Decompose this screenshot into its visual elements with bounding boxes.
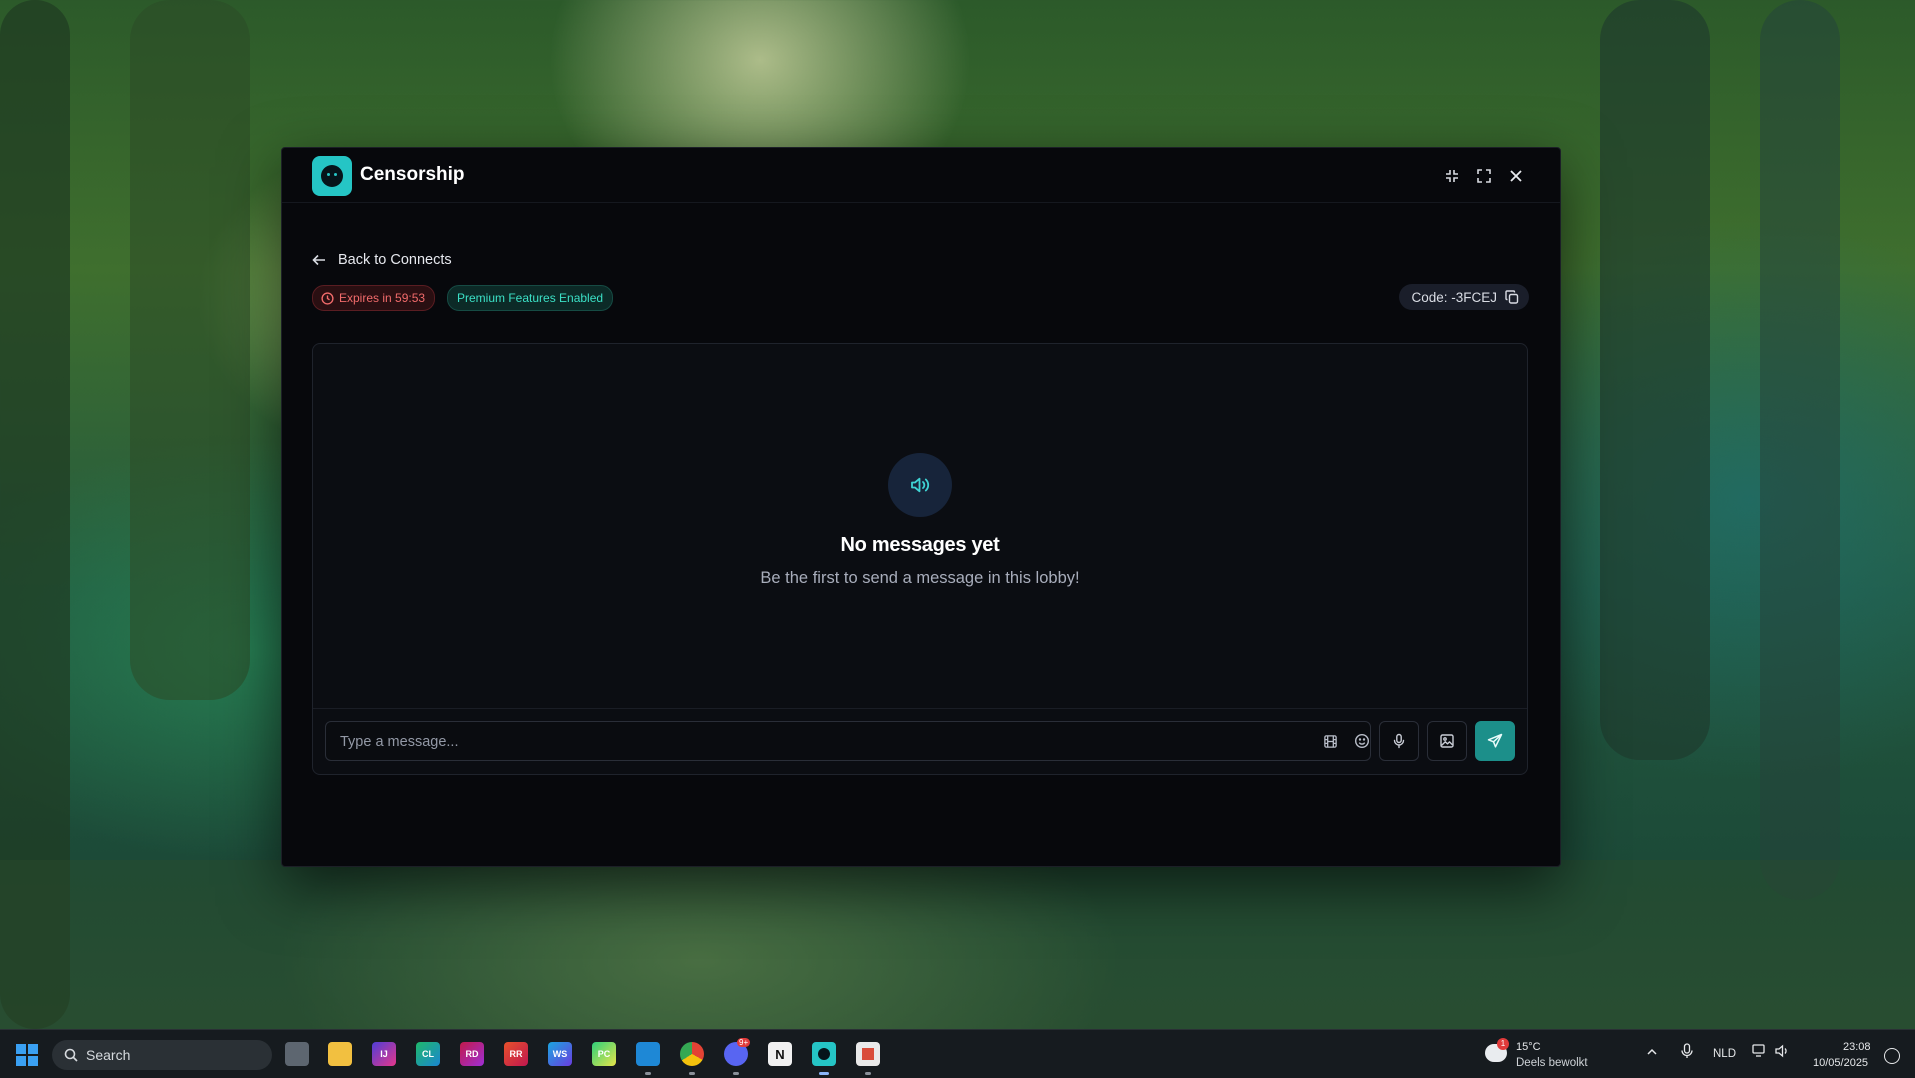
app-window: Censorship Back to Connects Expires in 5… xyxy=(281,147,1561,867)
rider-icon[interactable]: RD xyxy=(460,1042,484,1066)
expand-icon xyxy=(1477,169,1491,183)
volume-icon[interactable] xyxy=(1774,1044,1790,1063)
intellij-icon[interactable]: IJ xyxy=(372,1042,396,1066)
chevron-up-icon xyxy=(1647,1048,1657,1055)
search-icon xyxy=(64,1048,78,1062)
premium-text: Premium Features Enabled xyxy=(457,291,604,305)
message-input[interactable] xyxy=(338,722,1292,762)
vscode-running-indicator xyxy=(645,1072,651,1075)
notification-center-icon[interactable] xyxy=(1884,1048,1900,1064)
microphone-icon xyxy=(1393,733,1405,749)
composer-divider xyxy=(313,708,1527,709)
weather-temp[interactable]: 15°C xyxy=(1516,1041,1541,1053)
voice-message-button[interactable] xyxy=(1379,721,1419,761)
empty-state-title: No messages yet xyxy=(840,534,1000,556)
expiry-text: Expires in 59:53 xyxy=(339,291,426,305)
lobby-code-text: Code: -3FCEJ xyxy=(1411,289,1497,305)
clock-time[interactable]: 23:08 xyxy=(1843,1041,1871,1053)
chat-panel: No messages yet Be the first to send a m… xyxy=(312,343,1528,775)
lobby-code-copy-button[interactable]: Code: -3FCEJ xyxy=(1399,284,1529,310)
emoji-button[interactable] xyxy=(1352,731,1372,751)
maximize-window-button[interactable] xyxy=(1474,166,1494,186)
rustrover-icon[interactable]: RR xyxy=(504,1042,528,1066)
clock-date[interactable]: 10/05/2025 xyxy=(1813,1057,1868,1069)
back-to-connects-link[interactable]: Back to Connects xyxy=(312,252,452,268)
smiley-icon xyxy=(1354,733,1370,749)
clion-icon[interactable]: CL xyxy=(416,1042,440,1066)
chrome-icon[interactable] xyxy=(680,1042,704,1066)
vscode-icon[interactable] xyxy=(636,1042,660,1066)
tray-overflow-button[interactable] xyxy=(1646,1045,1658,1063)
collapse-icon xyxy=(1446,170,1458,182)
search-label: Search xyxy=(86,1047,131,1063)
censorship-active-indicator xyxy=(819,1072,829,1075)
empty-state: No messages yet Be the first to send a m… xyxy=(313,453,1527,588)
censorship-taskbar-icon[interactable] xyxy=(812,1042,836,1066)
file-explorer-icon[interactable] xyxy=(328,1042,352,1066)
windows-start-button[interactable] xyxy=(16,1044,38,1066)
weather-badge: 1 xyxy=(1497,1038,1509,1050)
discord-running-indicator xyxy=(733,1072,739,1075)
close-icon xyxy=(1510,170,1522,182)
gif-button[interactable] xyxy=(1320,731,1340,751)
close-window-button[interactable] xyxy=(1506,166,1526,186)
film-icon xyxy=(1323,734,1337,748)
title-bar: Censorship xyxy=(282,148,1560,203)
premium-badge: Premium Features Enabled xyxy=(447,285,614,311)
task-view-icon[interactable] xyxy=(285,1042,309,1066)
tray-microphone-button[interactable] xyxy=(1680,1043,1694,1064)
notion-icon[interactable]: N xyxy=(768,1042,792,1066)
taskbar-search[interactable]: Search xyxy=(52,1040,272,1070)
microphone-icon xyxy=(1681,1043,1693,1058)
empty-state-subtitle: Be the first to send a message in this l… xyxy=(760,569,1080,587)
webstorm-icon[interactable]: WS xyxy=(548,1042,572,1066)
pycharm-icon[interactable]: PC xyxy=(592,1042,616,1066)
send-message-button[interactable] xyxy=(1475,721,1515,761)
network-icon[interactable] xyxy=(1752,1044,1768,1063)
speaker-icon xyxy=(911,477,930,493)
language-indicator[interactable]: NLD xyxy=(1713,1048,1736,1060)
expiry-badge: Expires in 59:53 xyxy=(312,285,436,311)
snipping-running-indicator xyxy=(865,1072,871,1075)
taskbar: Search IJ CL RD RR WS PC 9+ N 1 15°C Dee… xyxy=(0,1029,1915,1078)
upload-image-button[interactable] xyxy=(1427,721,1467,761)
discord-badge: 9+ xyxy=(737,1038,751,1047)
app-title: Censorship xyxy=(360,164,465,185)
snipping-tool-icon[interactable] xyxy=(856,1042,880,1066)
speaker-circle xyxy=(888,453,952,517)
chrome-running-indicator xyxy=(689,1072,695,1075)
weather-desc[interactable]: Deels bewolkt xyxy=(1516,1057,1588,1069)
message-composer xyxy=(325,721,1372,762)
arrow-left-icon xyxy=(312,254,325,266)
clock-icon xyxy=(321,291,334,305)
image-icon xyxy=(1440,734,1454,748)
send-icon xyxy=(1487,733,1503,748)
app-logo-icon xyxy=(312,156,352,196)
minimize-window-button[interactable] xyxy=(1442,166,1462,186)
back-link-label: Back to Connects xyxy=(338,252,452,268)
copy-icon xyxy=(1505,290,1519,304)
